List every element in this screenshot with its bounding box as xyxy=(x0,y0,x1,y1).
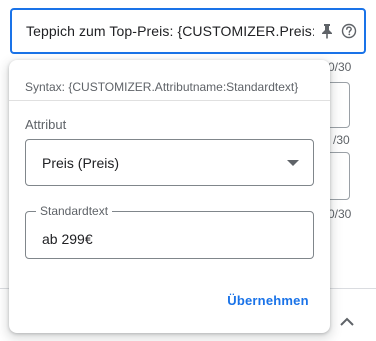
pin-icon[interactable] xyxy=(318,22,336,40)
default-text-label: Standardtext xyxy=(36,204,113,218)
headline-input[interactable]: Teppich zum Top-Preis: {CUSTOMIZER.Preis… xyxy=(10,8,366,54)
attribute-label: Attribut xyxy=(25,117,67,132)
customizer-editor: 0/30 /30 0/30 Teppich zum Top-Preis: {CU… xyxy=(0,0,376,341)
default-text-field[interactable]: Standardtext ab 299€ xyxy=(25,204,314,259)
headline-input-value[interactable]: Teppich zum Top-Preis: {CUSTOMIZER.Preis… xyxy=(26,23,314,39)
chevron-up-icon[interactable] xyxy=(336,312,358,330)
dropdown-arrow-icon xyxy=(287,159,299,166)
default-text-value[interactable]: ab 299€ xyxy=(42,231,93,247)
syntax-hint: Syntax: {CUSTOMIZER.Attributname:Standar… xyxy=(25,80,299,94)
popup-divider xyxy=(9,100,330,101)
attribute-select-value: Preis (Preis) xyxy=(42,154,120,171)
help-circle-icon[interactable] xyxy=(340,22,358,40)
char-counter-2: /30 xyxy=(333,133,350,147)
char-counter-1: 0/30 xyxy=(328,60,352,74)
customizer-popup: Syntax: {CUSTOMIZER.Attributname:Standar… xyxy=(9,60,330,333)
apply-button[interactable]: Übernehmen xyxy=(213,288,323,312)
attribute-select[interactable]: Preis (Preis) xyxy=(25,139,314,186)
char-counter-3: 0/30 xyxy=(328,207,352,221)
